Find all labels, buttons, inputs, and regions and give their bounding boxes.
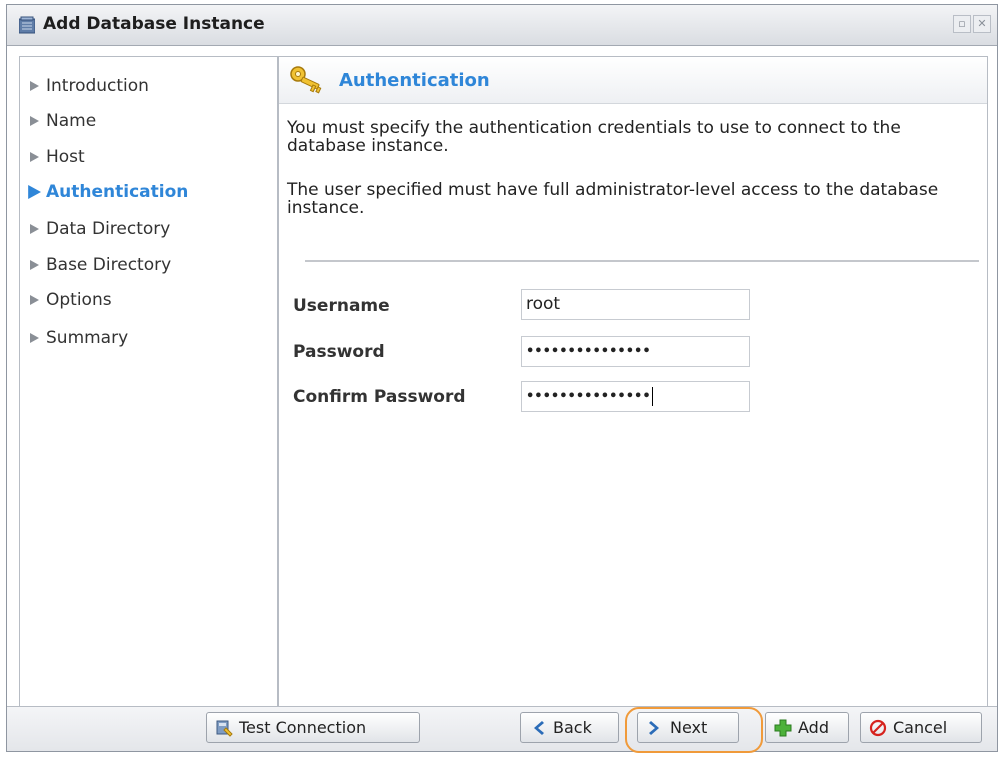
back-label: Back	[553, 718, 592, 737]
password-label: Password	[293, 342, 385, 362]
sidebar-item-label: Summary	[46, 328, 129, 348]
sidebar-item-host[interactable]: Host	[20, 142, 85, 172]
close-button[interactable]: ✕	[973, 15, 991, 33]
sidebar-item-data-directory[interactable]: Data Directory	[20, 214, 170, 244]
confirm-password-field[interactable]: •••••••••••••••	[521, 381, 750, 412]
chevron-right-icon	[646, 719, 664, 737]
triangle-right-icon	[24, 111, 44, 131]
add-database-instance-dialog: Add Database Instance ▫ ✕ Introduction N…	[6, 4, 998, 753]
test-connection-label: Test Connection	[239, 718, 367, 737]
panel-title: Authentication	[339, 70, 490, 91]
dialog-footer: Test Connection Back Next Add Cancel	[7, 706, 997, 753]
next-label: Next	[670, 718, 708, 737]
sidebar-item-authentication[interactable]: Authentication	[20, 177, 188, 207]
triangle-right-icon	[24, 182, 44, 202]
triangle-right-icon	[24, 147, 44, 167]
confirm-password-value: •••••••••••••••	[526, 389, 651, 404]
window-title: Add Database Instance	[43, 14, 265, 34]
database-icon	[19, 16, 35, 34]
sidebar-item-base-directory[interactable]: Base Directory	[20, 250, 171, 280]
sidebar-item-label: Base Directory	[46, 255, 172, 275]
sidebar-item-options[interactable]: Options	[20, 285, 112, 315]
sidebar-item-label: Introduction	[46, 76, 149, 96]
username-field[interactable]: root	[521, 289, 750, 320]
triangle-right-icon	[24, 290, 44, 310]
add-label: Add	[798, 718, 829, 737]
triangle-right-icon	[24, 76, 44, 96]
title-bar: Add Database Instance ▫ ✕	[7, 5, 997, 46]
username-label: Username	[293, 296, 390, 316]
authentication-panel: Authentication You must specify the auth…	[278, 56, 988, 707]
triangle-right-icon	[24, 219, 44, 239]
sidebar-item-name[interactable]: Name	[20, 106, 96, 136]
chevron-left-icon	[529, 719, 547, 737]
cancel-icon	[869, 719, 887, 737]
password-field[interactable]: •••••••••••••••	[521, 336, 750, 367]
add-button[interactable]: Add	[765, 712, 849, 743]
test-connection-icon	[215, 719, 233, 737]
dialog-body: Introduction Name Host Authentication Da…	[7, 46, 997, 707]
key-icon	[290, 66, 322, 94]
divider	[305, 260, 979, 262]
sidebar-item-label: Host	[46, 147, 85, 167]
sidebar-item-label: Options	[46, 290, 112, 310]
test-connection-button[interactable]: Test Connection	[206, 712, 420, 743]
confirm-password-label: Confirm Password	[293, 387, 466, 407]
back-button[interactable]: Back	[520, 712, 619, 743]
wizard-steps-sidebar: Introduction Name Host Authentication Da…	[19, 56, 278, 707]
cancel-button[interactable]: Cancel	[860, 712, 982, 743]
text-cursor	[651, 387, 653, 406]
instructions-text: You must specify the authentication cred…	[287, 118, 901, 156]
requirement-text: The user specified must have full admini…	[287, 180, 939, 218]
triangle-right-icon	[24, 255, 44, 275]
triangle-right-icon	[24, 328, 44, 348]
sidebar-item-introduction[interactable]: Introduction	[20, 71, 149, 101]
sidebar-item-label: Authentication	[46, 182, 189, 202]
sidebar-item-label: Data Directory	[46, 219, 171, 239]
cancel-label: Cancel	[893, 718, 948, 737]
sidebar-item-label: Name	[46, 111, 97, 131]
panel-header: Authentication	[279, 57, 987, 104]
sidebar-item-summary[interactable]: Summary	[20, 323, 128, 353]
maximize-button[interactable]: ▫	[953, 15, 971, 33]
next-button[interactable]: Next	[637, 712, 739, 743]
plus-icon	[774, 719, 792, 737]
